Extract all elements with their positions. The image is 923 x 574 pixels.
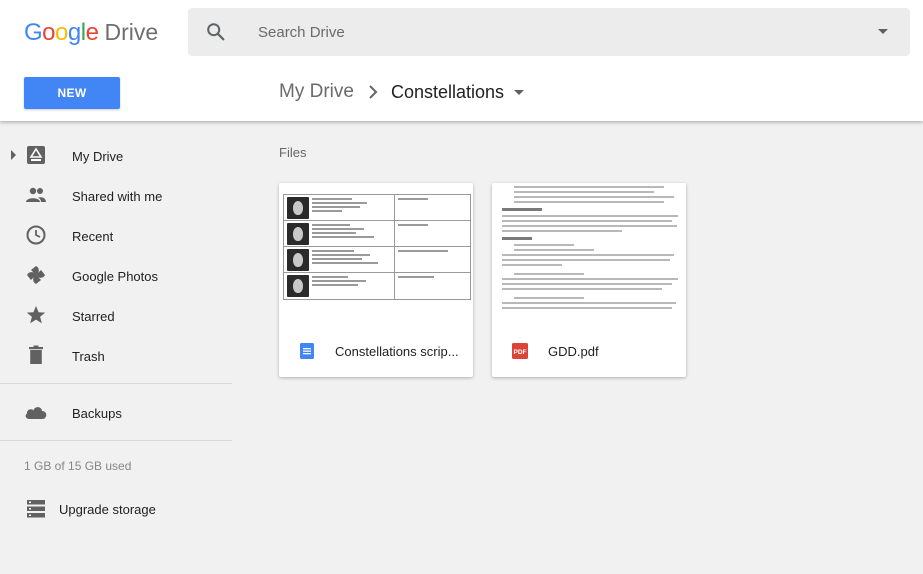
search-icon[interactable] [205,21,227,43]
file-name: Constellations scrip... [335,344,459,359]
my-drive-icon [27,146,45,164]
sidebar-divider [0,383,232,384]
sidebar-item-shared-with-me[interactable]: Shared with me [0,175,232,215]
app-header: Google Drive NEW My Drive Constellations [0,0,923,121]
storage-quota-text: 1 GB of 15 GB used [24,459,132,473]
file-name: GDD.pdf [548,344,599,359]
sidebar-item-backups[interactable]: Backups [0,392,232,432]
google-wordmark: Google [24,19,99,46]
cloud-icon [25,407,47,419]
folder-menu-chevron-down-icon[interactable] [514,89,525,95]
upgrade-storage-button[interactable]: Upgrade storage [0,495,232,523]
people-icon [26,187,46,202]
sidebar-item-recent[interactable]: Recent [0,215,232,255]
product-name: Drive [104,19,159,45]
sidebar-item-label: Shared with me [72,189,163,204]
svg-text:PDF: PDF [514,349,527,356]
expand-arrow-icon[interactable] [11,150,16,160]
file-card-gdd-pdf[interactable]: PDF GDD.pdf [492,183,686,377]
document-preview [283,194,471,300]
file-card-footer[interactable]: PDF GDD.pdf [492,327,686,377]
search-options-chevron-down-icon[interactable] [878,29,888,34]
sidebar-item-label: Starred [72,309,115,324]
sidebar-item-label: My Drive [72,149,124,164]
google-drive-logo[interactable]: Google Drive [24,19,158,47]
breadcrumb-my-drive[interactable]: My Drive [279,81,354,103]
google-docs-icon [300,343,314,359]
new-button[interactable]: NEW [24,77,120,109]
file-thumbnail[interactable] [492,183,686,327]
pdf-preview [502,183,682,312]
files-section-label: Files [279,145,307,160]
trash-icon [29,345,43,364]
file-thumbnail[interactable] [279,183,473,327]
pdf-icon: PDF [512,343,528,359]
breadcrumb-current-folder[interactable]: Constellations [391,82,504,103]
search-input[interactable] [258,8,838,56]
star-icon [26,306,46,324]
sidebar-divider [0,440,232,441]
sidebar-item-google-photos[interactable]: Google Photos [0,255,232,295]
breadcrumb: My Drive Constellations [279,80,525,104]
search-box[interactable] [188,8,910,56]
sidebar-item-label: Google Photos [72,269,159,284]
sidebar-item-label: Trash [72,349,105,364]
pinwheel-icon [27,266,45,284]
storage-icon [27,500,45,518]
sidebar-item-label: Backups [72,406,122,421]
sidebar: My Drive Shared with me Recent Google Ph… [0,121,232,574]
sidebar-item-trash[interactable]: Trash [0,335,232,375]
sidebar-item-my-drive[interactable]: My Drive [0,135,232,175]
upgrade-storage-label: Upgrade storage [59,502,156,517]
sidebar-item-starred[interactable]: Starred [0,295,232,335]
clock-icon [26,225,46,245]
file-card-constellations-script[interactable]: Constellations scrip... [279,183,473,377]
sidebar-item-label: Recent [72,229,114,244]
file-card-footer[interactable]: Constellations scrip... [279,327,473,377]
chevron-right-icon [369,85,378,99]
